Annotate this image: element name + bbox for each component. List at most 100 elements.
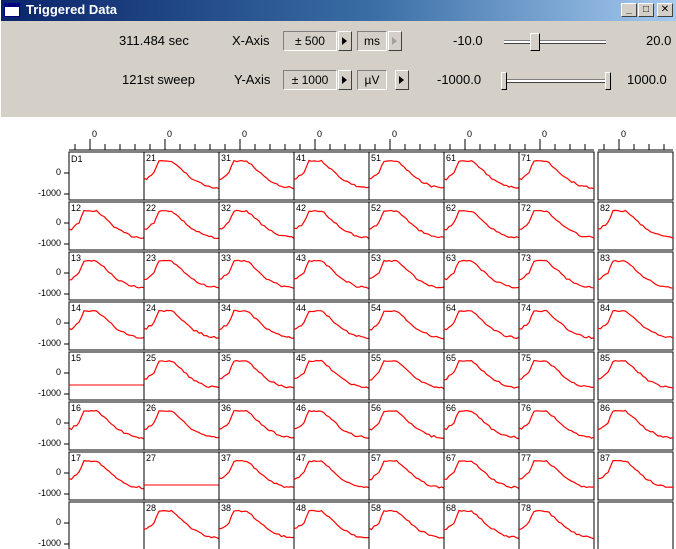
channel-label: 41	[296, 153, 306, 163]
channel-label: 34	[221, 303, 231, 313]
channel-label: 51	[371, 153, 381, 163]
channel-label: 43	[296, 253, 306, 263]
channel-label: 75	[521, 353, 531, 363]
x-tick-label: 0	[542, 129, 547, 139]
x-tick-label: 0	[467, 129, 472, 139]
y-label-zero: 0	[56, 367, 61, 377]
triggered-data-window: Triggered Data _ □ ✕ 311.484 sec X-Axis …	[0, 0, 676, 549]
channel-label: 45	[296, 353, 306, 363]
channel-label: 37	[221, 453, 231, 463]
x-axis-slider-track[interactable]	[504, 40, 606, 44]
y-label-min: -1000	[38, 388, 61, 398]
x-tick-label: 0	[621, 129, 626, 139]
window-title: Triggered Data	[26, 2, 118, 17]
channel-label: 61	[446, 153, 456, 163]
channel-label: 15	[71, 353, 81, 363]
sweep-readout: 121st sweep	[122, 72, 195, 87]
channel-label: 62	[446, 203, 456, 213]
x-axis-label: X-Axis	[232, 33, 270, 48]
channel-label: 21	[146, 153, 156, 163]
y-axis-slider-high-thumb[interactable]	[605, 72, 611, 90]
channel-label: 23	[146, 253, 156, 263]
channel-label: 13	[71, 253, 81, 263]
y-axis-unit-field[interactable]: µV	[357, 70, 387, 90]
channel-label: 54	[371, 303, 381, 313]
channel-label: 68	[446, 503, 456, 513]
y-label-min: -1000	[38, 188, 61, 198]
channel-label: 42	[296, 203, 306, 213]
channel-label: 14	[71, 303, 81, 313]
y-axis-range-stepper[interactable]	[338, 70, 352, 90]
channel-label: D1	[71, 154, 83, 164]
x-axis-unit-field[interactable]: ms	[357, 31, 387, 51]
y-label-zero: 0	[56, 167, 61, 177]
channel-label: 28	[146, 503, 156, 513]
y-label-zero: 0	[56, 267, 61, 277]
channel-label: 86	[600, 403, 610, 413]
channel-label: 25	[146, 353, 156, 363]
channel-label: 64	[446, 303, 456, 313]
y-axis-slider-track[interactable]	[501, 79, 611, 83]
empty-cell	[68, 501, 145, 549]
channel-label: 67	[446, 453, 456, 463]
x-axis-range-field[interactable]: ± 500	[283, 31, 337, 51]
x-tick-label: 0	[167, 129, 172, 139]
x-tick-label: 0	[92, 129, 97, 139]
y-axis-max-value: 1000.0	[627, 72, 667, 87]
channel-label: 31	[221, 153, 231, 163]
channel-label: 82	[600, 203, 610, 213]
channel-label: 72	[521, 203, 531, 213]
triggered-data-plot-area: 0 0 0 0 0 0 0 0 0 -1000 0 -1000 0 -1000 0 -1000 0 -1000 0 -…	[1, 117, 676, 549]
title-bar[interactable]: Triggered Data _ □ ✕	[1, 0, 676, 21]
y-axis-slider-low-thumb[interactable]	[501, 72, 507, 90]
channel-label: 57	[371, 453, 381, 463]
x-axis-min-value: -10.0	[453, 33, 483, 48]
y-label-min: -1000	[38, 488, 61, 498]
x-tick-label: 0	[317, 129, 322, 139]
channel-label: 53	[371, 253, 381, 263]
channel-label: 33	[221, 253, 231, 263]
x-tick-label: 0	[392, 129, 397, 139]
toolbar: 311.484 sec X-Axis ± 500 ms -10.0 20.0 1…	[1, 21, 676, 117]
empty-cell	[597, 501, 674, 549]
y-label-min: -1000	[38, 238, 61, 248]
minimize-button[interactable]: _	[621, 3, 637, 17]
y-axis-unit-stepper[interactable]	[395, 70, 409, 90]
waveform-grid: 0 0 0 0 0 0 0 0 0 -1000 0 -1000 0 -1000 0 -1000 0 -1000 0 -…	[38, 129, 674, 549]
channel-label: 17	[71, 453, 81, 463]
arrow-right-icon	[342, 37, 347, 45]
arrow-right-icon	[392, 37, 397, 45]
channel-label: 58	[371, 503, 381, 513]
channel-label: 56	[371, 403, 381, 413]
window-icon	[4, 3, 20, 17]
channel-label: 32	[221, 203, 231, 213]
arrow-right-icon	[342, 76, 347, 84]
maximize-button[interactable]: □	[638, 3, 654, 17]
x-axis-max-value: 20.0	[646, 33, 672, 48]
x-tick-label: 0	[242, 129, 247, 139]
channel-label: 85	[600, 353, 610, 363]
x-axis-range-stepper[interactable]	[338, 31, 352, 51]
y-axis-range-field[interactable]: ± 1000	[283, 70, 337, 90]
channel-label: 16	[71, 403, 81, 413]
y-label-zero: 0	[56, 467, 61, 477]
channel-label: 77	[521, 453, 531, 463]
channel-label: 83	[600, 253, 610, 263]
channel-label: 66	[446, 403, 456, 413]
x-axis-slider-thumb[interactable]	[529, 33, 540, 51]
channel-label: 65	[446, 353, 456, 363]
channel-label: 55	[371, 353, 381, 363]
y-label-min: -1000	[38, 538, 61, 548]
channel-label: 78	[521, 503, 531, 513]
y-axis-min-value: -1000.0	[437, 72, 482, 87]
channel-label: 76	[521, 403, 531, 413]
close-button[interactable]: ✕	[657, 3, 673, 17]
y-label-zero: 0	[56, 317, 61, 327]
arrow-right-icon	[399, 76, 404, 84]
y-label-min: -1000	[38, 338, 61, 348]
channel-label: 46	[296, 403, 306, 413]
x-axis-unit-stepper[interactable]	[388, 31, 402, 51]
channel-label: 84	[600, 303, 610, 313]
channel-label: 22	[146, 203, 156, 213]
channel-label: 48	[296, 503, 306, 513]
